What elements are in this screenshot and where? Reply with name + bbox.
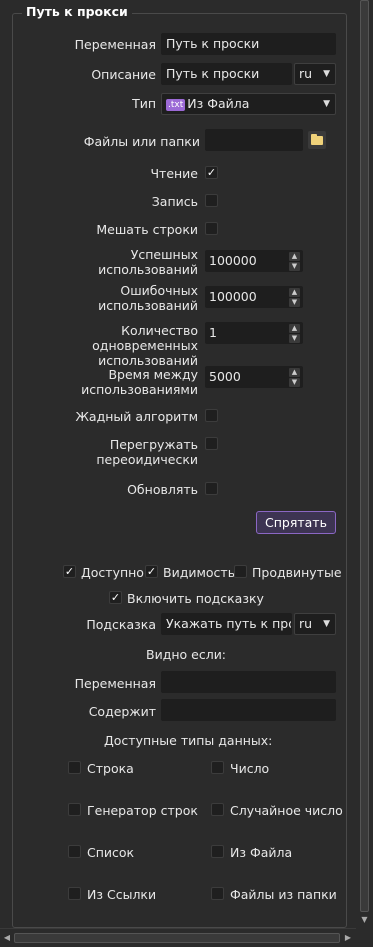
type-string-generator-label: Генератор строк: [87, 803, 198, 818]
files-input[interactable]: [205, 129, 303, 151]
description-input[interactable]: Путь к проски: [161, 63, 292, 85]
read-label: Чтение: [150, 166, 198, 181]
type-number-checkbox[interactable]: [211, 761, 224, 774]
group-title: Путь к прокси: [22, 4, 132, 19]
browse-folder-button[interactable]: [308, 131, 326, 149]
description-lang-select[interactable]: ru ▼: [294, 63, 336, 85]
type-folder-files-checkbox[interactable]: [211, 887, 224, 900]
txt-file-icon: .txt: [166, 99, 186, 111]
interval-label: Время между использованиями: [81, 367, 198, 397]
contains-input[interactable]: [161, 699, 336, 721]
vertical-scroll-thumb[interactable]: [360, 0, 369, 912]
spin-up-icon[interactable]: ▲: [289, 324, 300, 333]
interval-value: 5000: [209, 369, 241, 384]
chevron-down-icon: ▼: [323, 69, 330, 79]
files-label: Файлы или папки: [83, 134, 200, 149]
type-folder-files-label: Файлы из папки: [230, 887, 337, 902]
scroll-right-icon[interactable]: ▶: [342, 932, 354, 944]
chevron-down-icon: ▼: [323, 99, 330, 109]
type-from-url-checkbox[interactable]: [68, 887, 81, 900]
spin-down-icon[interactable]: ▼: [289, 378, 300, 387]
update-label: Обновлять: [127, 482, 198, 497]
hide-button[interactable]: Спрятать: [256, 511, 336, 534]
spin-up-icon[interactable]: ▲: [289, 288, 300, 297]
visible-checkbox[interactable]: ✓: [145, 565, 158, 578]
scroll-corner: [356, 928, 373, 947]
type-select[interactable]: .txt Из Файла ▼: [161, 93, 336, 115]
error-uses-spinbox[interactable]: 100000 ▲ ▼: [205, 286, 303, 308]
hint-input[interactable]: Укажать путь к прокси: [161, 613, 292, 635]
spin-down-icon[interactable]: ▼: [289, 334, 300, 343]
reload-label: Перегружать переоидически: [96, 437, 198, 467]
shuffle-checkbox[interactable]: [205, 222, 218, 235]
type-from-file-label: Из Файла: [230, 845, 293, 860]
type-label: Тип: [132, 96, 156, 111]
scroll-left-icon[interactable]: ◀: [1, 932, 13, 944]
type-from-file-checkbox[interactable]: [211, 845, 224, 858]
update-checkbox[interactable]: [205, 482, 218, 495]
horizontal-scroll-thumb[interactable]: [14, 933, 340, 943]
variable-label: Переменная: [74, 37, 156, 52]
hint-label: Подсказка: [86, 617, 156, 632]
spin-up-icon[interactable]: ▲: [289, 368, 300, 377]
success-uses-label: Успешных использований: [98, 247, 198, 277]
description-label: Описание: [91, 67, 156, 82]
error-uses-value: 100000: [209, 289, 257, 304]
greedy-checkbox[interactable]: [205, 409, 218, 422]
visible-if-title: Видно если:: [146, 647, 227, 662]
concurrent-uses-value: 1: [209, 325, 217, 340]
success-uses-value: 100000: [209, 253, 257, 268]
available-checkbox[interactable]: ✓: [63, 565, 76, 578]
visible-label: Видимость: [163, 565, 236, 580]
data-types-title: Доступные типы данных:: [104, 733, 273, 748]
enable-hint-label: Включить подсказку: [127, 591, 264, 606]
hint-lang-select[interactable]: ru ▼: [294, 613, 336, 635]
contains-label: Содержит: [88, 704, 156, 719]
visible-if-variable-input[interactable]: [161, 671, 336, 693]
type-from-url-label: Из Ссылки: [87, 887, 157, 902]
write-label: Запись: [151, 194, 198, 209]
type-random-number-checkbox[interactable]: [211, 803, 224, 816]
type-string-checkbox[interactable]: [68, 761, 81, 774]
write-checkbox[interactable]: [205, 194, 218, 207]
spin-up-icon[interactable]: ▲: [289, 252, 300, 261]
greedy-label: Жадный алгоритм: [75, 409, 198, 424]
error-uses-label: Ошибочных использований: [98, 283, 198, 313]
hint-lang-value: ru: [299, 616, 313, 631]
type-random-number-label: Случайное число: [230, 803, 343, 818]
visible-if-variable-label: Переменная: [74, 676, 156, 691]
reload-checkbox[interactable]: [205, 437, 218, 450]
type-string-label: Строка: [87, 761, 134, 776]
chevron-down-icon: ▼: [323, 619, 330, 629]
available-label: Доступно: [81, 565, 144, 580]
spin-down-icon[interactable]: ▼: [289, 298, 300, 307]
interval-spinbox[interactable]: 5000 ▲ ▼: [205, 366, 303, 388]
variable-input[interactable]: Путь к проски: [161, 33, 336, 55]
read-checkbox[interactable]: ✓: [205, 166, 218, 179]
shuffle-label: Мешать строки: [96, 222, 198, 237]
success-uses-spinbox[interactable]: 100000 ▲ ▼: [205, 250, 303, 272]
enable-hint-checkbox[interactable]: ✓: [109, 591, 122, 604]
type-number-label: Число: [230, 761, 270, 776]
vertical-scrollbar[interactable]: ▼: [356, 0, 373, 928]
type-value: Из Файла: [187, 96, 250, 111]
type-list-checkbox[interactable]: [68, 845, 81, 858]
horizontal-scrollbar[interactable]: ◀ ▶: [0, 928, 373, 947]
description-lang-value: ru: [299, 66, 313, 81]
advanced-checkbox[interactable]: [234, 565, 247, 578]
scroll-down-icon[interactable]: ▼: [356, 914, 373, 926]
concurrent-uses-spinbox[interactable]: 1 ▲ ▼: [205, 322, 303, 344]
type-list-label: Список: [87, 845, 135, 860]
advanced-label: Продвинутые: [252, 565, 342, 580]
type-string-generator-checkbox[interactable]: [68, 803, 81, 816]
concurrent-uses-label: Количество одновременных использований: [92, 323, 198, 368]
spin-down-icon[interactable]: ▼: [289, 262, 300, 271]
